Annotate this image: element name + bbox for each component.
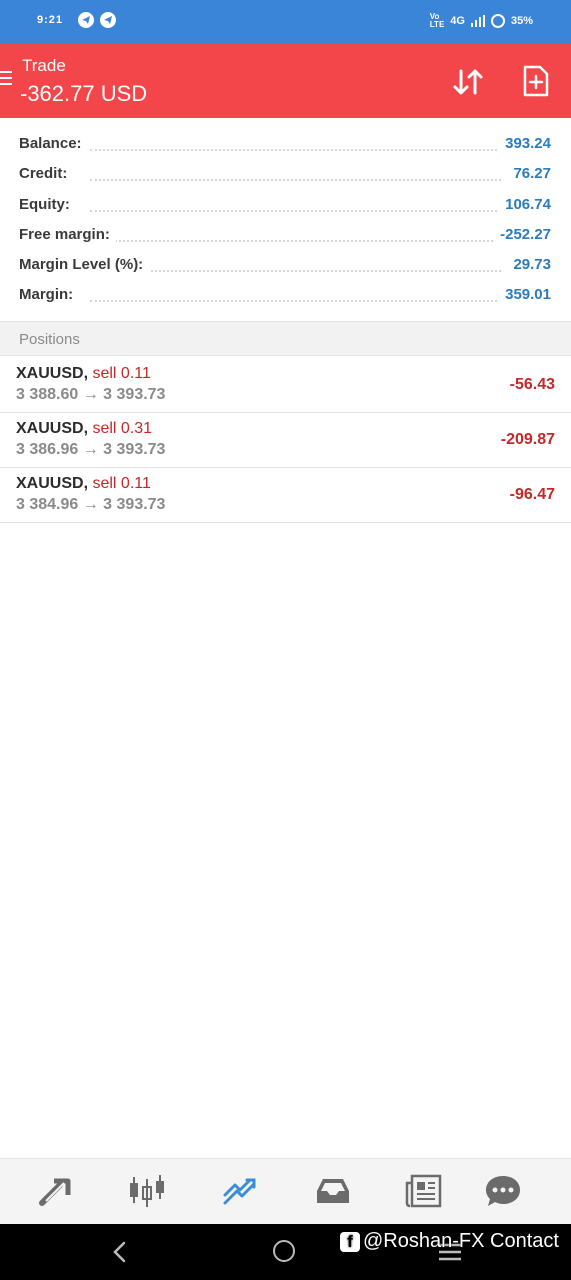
status-bar: 9:21 Vo LTE 4G 35% bbox=[0, 0, 571, 43]
history-inbox-icon[interactable] bbox=[313, 1173, 353, 1209]
page-title: Trade bbox=[22, 56, 66, 75]
position-side: sell 0.11 bbox=[92, 365, 151, 382]
positions-header-label: Positions bbox=[19, 331, 80, 348]
facebook-icon: f bbox=[340, 1231, 360, 1252]
position-profit: -209.87 bbox=[500, 431, 555, 448]
chart-candles-icon[interactable] bbox=[127, 1173, 167, 1209]
telegram-icon bbox=[78, 12, 94, 28]
position-profit: -96.47 bbox=[509, 486, 555, 503]
summary-row-margin: Margin: 359.01 bbox=[0, 280, 571, 310]
position-symbol: XAUUSD, bbox=[16, 365, 89, 382]
summary-value: 76.27 bbox=[507, 165, 551, 182]
summary-value: 359.01 bbox=[499, 286, 551, 303]
trade-icon[interactable] bbox=[220, 1173, 260, 1209]
summary-label: Margin Level (%): bbox=[19, 256, 150, 273]
position-title: XAUUSD, sell 0.31 bbox=[16, 420, 152, 438]
messages-icon[interactable] bbox=[483, 1173, 523, 1209]
position-title: XAUUSD, sell 0.11 bbox=[16, 475, 151, 493]
position-row[interactable]: XAUUSD, sell 0.11 3 384.96 → 3 393.73 -9… bbox=[0, 467, 571, 523]
summary-row-credit: Credit: 76.27 bbox=[0, 159, 571, 189]
sort-icon[interactable] bbox=[452, 67, 484, 97]
summary-value: 106.74 bbox=[499, 196, 551, 213]
dotted-leader bbox=[90, 300, 501, 302]
position-title: XAUUSD, sell 0.11 bbox=[16, 365, 151, 383]
position-side: sell 0.31 bbox=[92, 420, 153, 437]
summary-row-free-margin: Free margin: -252.27 bbox=[0, 220, 571, 250]
volte-icon: Vo LTE bbox=[429, 12, 445, 29]
summary-label: Free margin: bbox=[19, 226, 116, 243]
status-time: 9:21 bbox=[37, 14, 64, 26]
position-row[interactable]: XAUUSD, sell 0.31 3 386.96 → 3 393.73 -2… bbox=[0, 412, 571, 468]
app-header: Trade -362.77 USD bbox=[0, 43, 571, 118]
position-symbol: XAUUSD, bbox=[16, 475, 89, 492]
position-symbol: XAUUSD, bbox=[16, 420, 89, 437]
dotted-leader bbox=[90, 240, 501, 242]
signal-icon bbox=[470, 15, 485, 27]
watermark: f @Roshan-FX Contact bbox=[340, 1230, 559, 1253]
summary-value: -252.27 bbox=[494, 226, 551, 243]
summary-label: Credit: bbox=[19, 165, 74, 182]
summary-row-balance: Balance: 393.24 bbox=[0, 129, 571, 159]
summary-row-margin-level: Margin Level (%): 29.73 bbox=[0, 250, 571, 280]
position-row[interactable]: XAUUSD, sell 0.11 3 388.60 → 3 393.73 -5… bbox=[0, 357, 571, 413]
summary-value: 393.24 bbox=[499, 135, 551, 152]
home-icon[interactable] bbox=[273, 1240, 295, 1262]
telegram-icon bbox=[100, 12, 116, 28]
dotted-leader bbox=[90, 210, 501, 212]
summary-label: Margin: bbox=[19, 286, 80, 303]
dotted-leader bbox=[90, 149, 501, 151]
position-profit: -56.43 bbox=[509, 376, 555, 393]
dotted-leader bbox=[90, 270, 501, 272]
position-side: sell 0.11 bbox=[92, 475, 151, 492]
bottom-tab-bar bbox=[0, 1158, 571, 1224]
battery-ring-icon bbox=[490, 14, 505, 28]
floating-profit: -362.77 USD bbox=[20, 81, 148, 106]
back-icon[interactable] bbox=[110, 1240, 130, 1264]
position-prices: 3 384.96 → 3 393.73 bbox=[16, 496, 166, 513]
quotes-arrows-icon[interactable] bbox=[36, 1173, 76, 1209]
new-order-icon[interactable] bbox=[522, 65, 550, 97]
dotted-leader bbox=[90, 179, 501, 181]
summary-row-equity: Equity: 106.74 bbox=[0, 190, 571, 220]
summary-value: 29.73 bbox=[507, 256, 551, 273]
news-icon[interactable] bbox=[404, 1173, 444, 1209]
summary-label: Balance: bbox=[19, 135, 88, 152]
position-prices: 3 388.60 → 3 393.73 bbox=[16, 386, 166, 403]
battery-level: 35% bbox=[510, 15, 533, 27]
position-prices: 3 386.96 → 3 393.73 bbox=[16, 441, 166, 458]
menu-icon[interactable] bbox=[0, 71, 12, 85]
summary-label: Equity: bbox=[19, 196, 76, 213]
positions-section-header: Positions bbox=[0, 321, 571, 356]
network-type: 4G bbox=[450, 15, 465, 27]
status-right: Vo LTE 4G 35% bbox=[430, 13, 533, 29]
watermark-text: @Roshan-FX Contact bbox=[363, 1230, 559, 1252]
